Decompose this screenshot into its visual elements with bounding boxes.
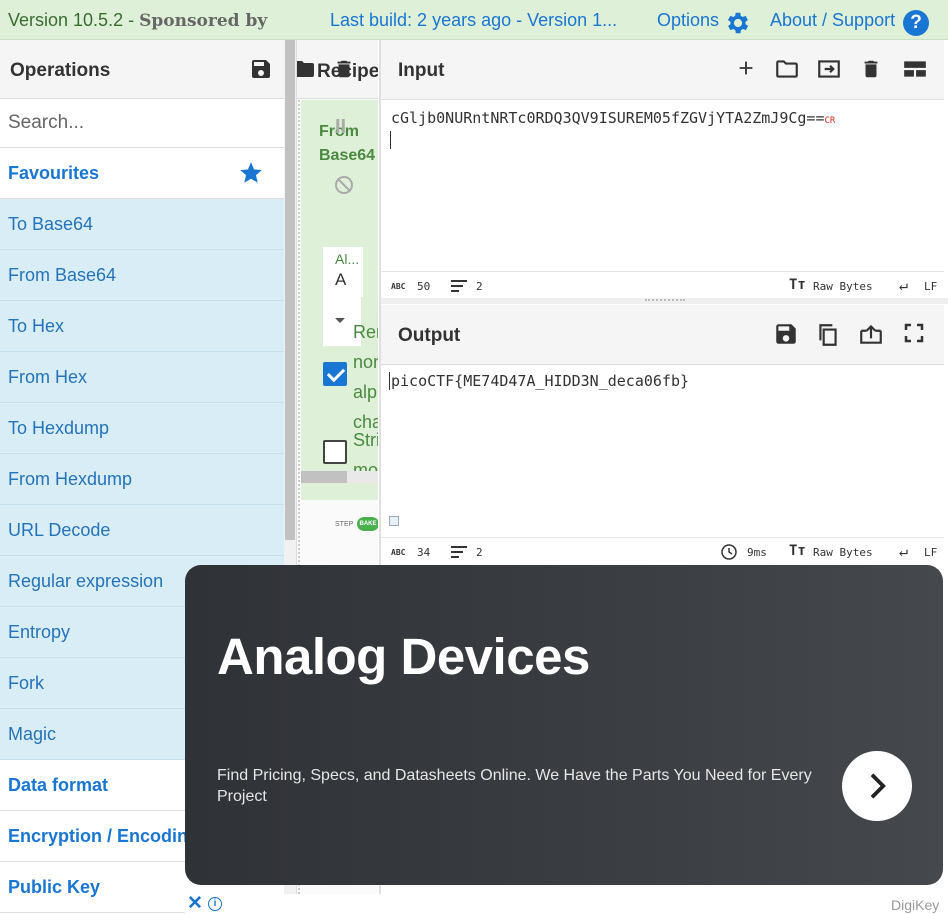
step-button[interactable]: STEP bbox=[335, 521, 353, 528]
ad-body: Find Pricing, Specs, and Datasheets Onli… bbox=[217, 767, 812, 805]
scrollbar-thumb[interactable] bbox=[301, 471, 347, 483]
trash-icon[interactable] bbox=[860, 56, 882, 82]
text-cursor bbox=[389, 372, 390, 390]
output-title: Output bbox=[398, 325, 461, 346]
search-box bbox=[0, 99, 284, 148]
gear-icon[interactable] bbox=[724, 9, 752, 37]
version-label: Version 10.5.2 - bbox=[8, 10, 140, 30]
output-text[interactable]: picoCTF{ME74D47A_HIDD3N_deca06fb} bbox=[391, 372, 689, 390]
scrollbar-thumb[interactable] bbox=[285, 40, 295, 540]
lines-icon bbox=[451, 546, 467, 558]
maximise-icon[interactable] bbox=[902, 321, 926, 345]
io-divider[interactable] bbox=[381, 298, 948, 304]
recipe-hscrollbar[interactable] bbox=[301, 471, 378, 483]
output-header: Output bbox=[381, 305, 944, 365]
input-text: cGljb0NURntNRTc0RDQ3QV9ISUREM05fZGVjYTA2… bbox=[391, 109, 825, 127]
lines-icon bbox=[451, 280, 467, 292]
input-eol[interactable]: LF bbox=[924, 280, 937, 293]
copy-icon[interactable] bbox=[815, 321, 841, 349]
output-status-bar: ABC 34 2 9ms Tт Raw Bytes ↵ LF bbox=[381, 537, 944, 564]
strict-mode-checkbox[interactable] bbox=[323, 440, 347, 464]
operation-item[interactable]: To Base64 bbox=[0, 199, 284, 250]
layout-icon[interactable] bbox=[901, 56, 929, 82]
ad-brand: DigiKey bbox=[891, 897, 940, 913]
operation-item[interactable]: From Base64 bbox=[0, 250, 284, 301]
alphabet-value: A bbox=[335, 270, 347, 289]
output-eol[interactable]: LF bbox=[924, 546, 937, 559]
remove-nonalpha-checkbox[interactable] bbox=[323, 362, 347, 386]
alphabet-select[interactable]: Al... A bbox=[323, 247, 363, 297]
input-status-bar: ABC 50 2 Tт Raw Bytes ↵ LF bbox=[381, 271, 944, 298]
clock-icon bbox=[721, 544, 737, 560]
advertisement[interactable]: Analog Devices Find Pricing, Specs, and … bbox=[185, 565, 943, 885]
ad-headline[interactable]: Analog Devices bbox=[217, 627, 590, 686]
save-icon[interactable] bbox=[773, 321, 799, 347]
operation-item[interactable]: To Hexdump bbox=[0, 403, 284, 454]
search-input[interactable] bbox=[0, 99, 284, 147]
eol-icon: ↵ bbox=[899, 542, 909, 560]
category-label: Favourites bbox=[8, 163, 100, 183]
input-lines: 2 bbox=[476, 280, 483, 293]
operation-item[interactable]: From Hex bbox=[0, 352, 284, 403]
bake-time: 9ms bbox=[747, 546, 767, 559]
drag-handle[interactable] bbox=[645, 299, 685, 302]
recipe-header: Recipe bbox=[297, 40, 378, 99]
cr-marker: CR bbox=[824, 116, 836, 126]
input-textarea[interactable]: cGljb0NURntNRTc0RDQ3QV9ISUREM05fZGVjYTA2… bbox=[391, 109, 835, 127]
last-build-link[interactable]: Last build: 2 years ago - Version 1... bbox=[330, 10, 617, 31]
length-icon: ABC bbox=[391, 548, 406, 557]
text-encoding-icon[interactable]: Tт bbox=[789, 277, 806, 293]
help-icon[interactable]: ? bbox=[903, 10, 929, 36]
version-text: Version 10.5.2 - Sponsored by bbox=[8, 10, 267, 31]
text-cursor bbox=[390, 131, 391, 149]
operation-item[interactable]: To Hex bbox=[0, 301, 284, 352]
eol-icon: ↵ bbox=[899, 276, 909, 294]
operation-item[interactable]: From Hexdump bbox=[0, 454, 284, 505]
remove-nonalpha-label: Remove non-alphabet chars bbox=[353, 322, 378, 432]
output-lines: 2 bbox=[476, 546, 483, 559]
bake-button[interactable]: BAKE bbox=[357, 517, 378, 531]
output-encoding[interactable]: Raw Bytes bbox=[813, 546, 873, 559]
ad-open-button[interactable] bbox=[842, 751, 912, 821]
input-encoding[interactable]: Raw Bytes bbox=[813, 280, 873, 293]
top-banner: Version 10.5.2 - Sponsored by Last build… bbox=[0, 0, 948, 40]
star-icon[interactable] bbox=[238, 160, 264, 186]
save-icon[interactable] bbox=[249, 57, 273, 81]
plus-icon[interactable] bbox=[735, 56, 757, 80]
operation-item[interactable]: URL Decode bbox=[0, 505, 284, 556]
sponsored-label: Sponsored by bbox=[139, 11, 268, 31]
folder-icon[interactable] bbox=[296, 57, 317, 81]
length-icon: ABC bbox=[391, 282, 406, 291]
recipe-operation-card[interactable]: From Base64 II Al... A Remove non-alphab… bbox=[301, 100, 378, 500]
input-header: Input bbox=[381, 40, 944, 100]
trash-icon[interactable] bbox=[333, 57, 355, 81]
folder-icon[interactable] bbox=[773, 56, 801, 82]
input-title: Input bbox=[398, 60, 445, 81]
ad-logo bbox=[389, 516, 399, 526]
about-support-link[interactable]: About / Support bbox=[770, 10, 895, 31]
chevron-right-icon bbox=[870, 773, 886, 799]
alphabet-label: Al... bbox=[335, 251, 360, 267]
close-icon[interactable]: ✕ bbox=[187, 892, 203, 914]
operation-name: From Base64 bbox=[319, 123, 376, 164]
output-length: 34 bbox=[417, 546, 431, 559]
options-link[interactable]: Options bbox=[657, 10, 719, 31]
operations-title: Operations bbox=[10, 60, 111, 81]
pause-icon[interactable]: II bbox=[335, 116, 346, 139]
operations-header: Operations bbox=[0, 40, 284, 99]
chevron-down-icon bbox=[335, 318, 345, 323]
info-icon[interactable]: i bbox=[208, 897, 222, 911]
disable-icon[interactable] bbox=[335, 176, 353, 194]
import-icon[interactable] bbox=[814, 56, 844, 82]
text-encoding-icon[interactable]: Tт bbox=[789, 543, 806, 559]
ad-footer: ✕ i DigiKey bbox=[185, 892, 948, 914]
category-favourites[interactable]: Favourites bbox=[0, 148, 284, 199]
upload-icon[interactable] bbox=[858, 321, 884, 347]
input-length: 50 bbox=[417, 280, 431, 293]
